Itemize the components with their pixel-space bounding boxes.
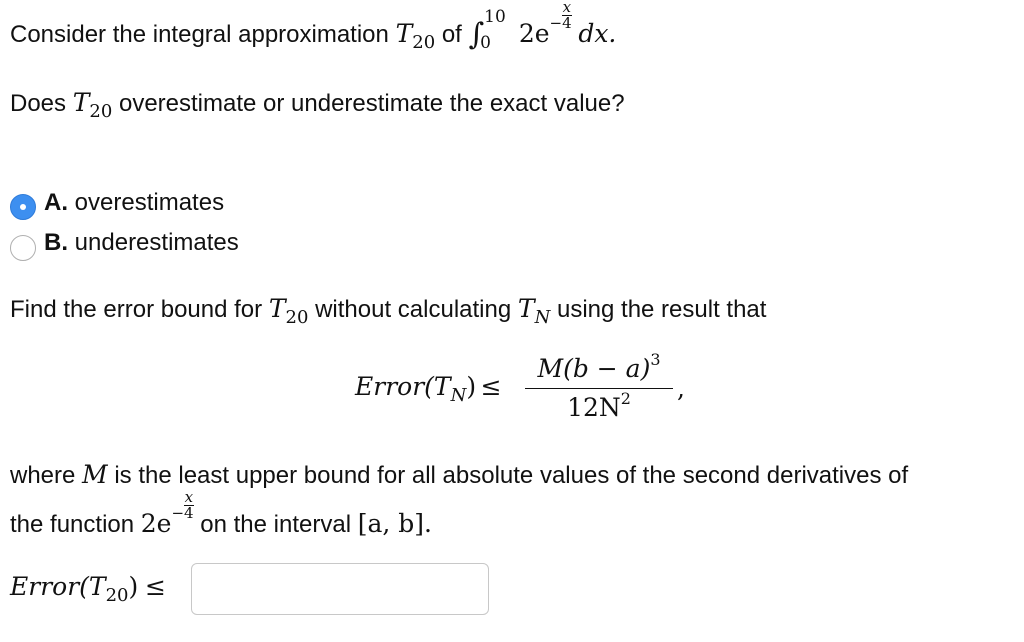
integrand-coefficient: 2e [518, 19, 550, 48]
question-line-estimate: Does T20 overestimate or underestimate t… [10, 88, 625, 122]
t-symbol: T [395, 19, 413, 48]
formula-lhs: Error(TN) ≤ [355, 372, 502, 406]
formula-comma: , [677, 374, 685, 403]
error-formula: Error(TN) ≤ M(b − a)3 12N2 , [355, 350, 715, 432]
definition-line-1: where M is the least upper bound for all… [10, 460, 908, 490]
function-text: the function [10, 511, 135, 538]
option-a-letter: A. [44, 189, 68, 216]
t-symbol: T [72, 88, 90, 117]
tn-subscript: N [534, 307, 551, 328]
t-subscript: 20 [412, 32, 436, 53]
option-b[interactable]: B. underestimates [44, 229, 239, 257]
exponent-denominator: 4 [562, 14, 572, 32]
definition-text: is the least upper bound for all absolut… [114, 462, 909, 489]
denominator-exponent: 2 [620, 389, 631, 408]
numerator-text: M(b − a) [537, 354, 651, 383]
function-coefficient: 2e [140, 509, 172, 538]
integral-lower-limit: 0 [480, 32, 491, 53]
exponent-minus: − [171, 504, 185, 522]
error-bound-prompt: Find the error bound for T20 without cal… [10, 294, 767, 328]
exponent-fraction: x4 [562, 0, 572, 31]
interval-symbol: [a, b]. [357, 509, 432, 538]
option-b-radio[interactable] [10, 235, 36, 261]
answer-label: Error(T20) ≤ [10, 572, 166, 606]
integral-limits: 10 0 [480, 7, 512, 53]
error-tn-label: Error(T [355, 372, 451, 401]
integral-upper-limit: 10 [484, 6, 506, 27]
numerator-exponent: 3 [650, 350, 661, 369]
tn-symbol: T [517, 294, 535, 323]
formula-denominator: 12N2 [525, 389, 673, 425]
option-b-label: underestimates [74, 229, 239, 256]
of-text: of [441, 21, 462, 48]
error-tn-close: ) [466, 372, 477, 401]
definition-line-2: the function 2e− x 4 on the interval [a, b… [10, 490, 432, 539]
answer-leq-symbol: ≤ [144, 572, 166, 601]
does-text: Does [10, 90, 67, 117]
exponent-minus: − [549, 14, 563, 32]
option-b-letter: B. [44, 229, 68, 256]
differential: dx. [578, 19, 617, 48]
fraction-bar [525, 388, 673, 389]
t-subscript: 20 [285, 307, 309, 328]
exponent-denominator: 4 [184, 504, 194, 522]
error-tn-subscript: N [450, 385, 467, 406]
error-t20-close: ) [128, 572, 139, 601]
option-a-radio[interactable] [10, 194, 36, 220]
intro-text: Consider the integral approximation [10, 21, 389, 48]
find-text: Find the error bound for [10, 296, 263, 323]
question-line-integral: Consider the integral approximation T20 … [10, 0, 617, 53]
formula-numerator: M(b − a)3 [525, 350, 673, 386]
denominator-text: 12N [567, 393, 621, 422]
exponent-fraction: x4 [184, 490, 194, 521]
interval-text: on the interval [200, 511, 352, 538]
without-text: without calculating [315, 296, 512, 323]
t-subscript: 20 [89, 101, 113, 122]
formula-fraction: M(b − a)3 12N2 [525, 350, 673, 425]
error-t20-label: Error(T [10, 572, 106, 601]
where-text: where [10, 462, 76, 489]
option-a[interactable]: A. overestimates [44, 189, 224, 217]
question-text: overestimate or underestimate the exact … [118, 90, 625, 117]
t-symbol: T [268, 294, 286, 323]
leq-symbol: ≤ [480, 372, 502, 401]
error-bound-input[interactable] [191, 563, 489, 615]
m-symbol: M [82, 460, 108, 489]
error-t20-subscript: 20 [105, 585, 129, 606]
result-text: using the result that [556, 296, 767, 323]
exponent-numerator: x [184, 488, 194, 506]
option-a-label: overestimates [74, 189, 225, 216]
exponent-numerator: x [562, 0, 572, 16]
